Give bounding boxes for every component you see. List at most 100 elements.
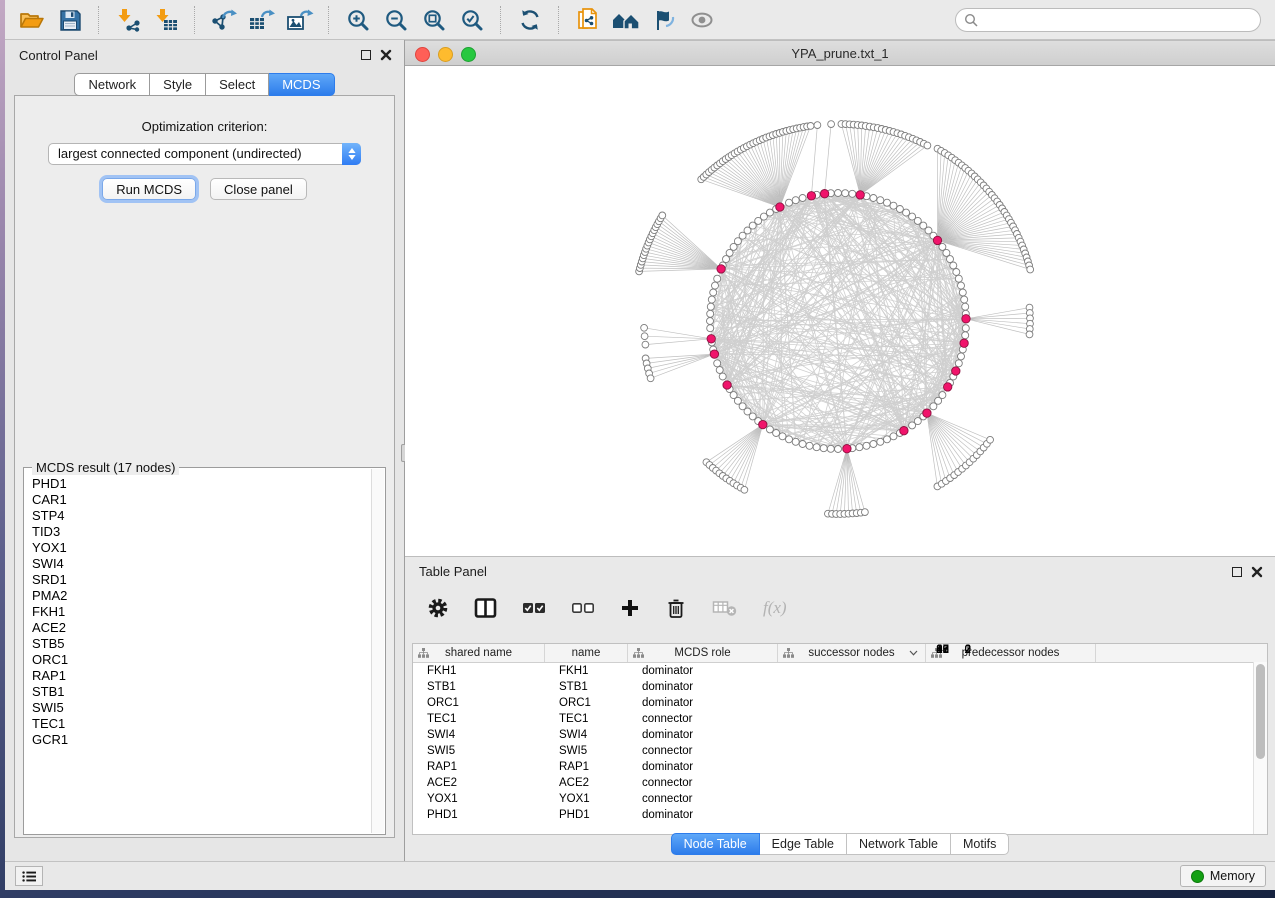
zoom-fit-button[interactable]: [418, 4, 450, 36]
save-session-button[interactable]: [54, 4, 86, 36]
open-file-button[interactable]: [16, 4, 48, 36]
control-panel-title: Control Panel: [19, 48, 98, 63]
export-table-button[interactable]: [246, 4, 278, 36]
search-box: [955, 8, 1261, 32]
zoom-in-button[interactable]: [342, 4, 374, 36]
zoom-out-button[interactable]: [380, 4, 412, 36]
delete-column-button[interactable]: [665, 597, 687, 619]
column-visibility-button[interactable]: [474, 597, 497, 619]
memory-button[interactable]: Memory: [1180, 865, 1266, 887]
window-close-button[interactable]: [415, 47, 430, 62]
mcds-result-groupbox: MCDS result (17 nodes) PHD1CAR1STP4TID3Y…: [23, 467, 386, 835]
table-cell: ACE2: [413, 777, 545, 789]
window-minimize-button[interactable]: [438, 47, 453, 62]
table-toolbar: f(x): [415, 589, 1265, 627]
export-network-button[interactable]: [208, 4, 240, 36]
network-graph[interactable]: [405, 66, 1274, 556]
add-column-button[interactable]: [620, 598, 640, 618]
mcds-result-scrollbar[interactable]: [371, 469, 384, 833]
close-icon: [1251, 566, 1263, 578]
new-network-from-selection-button[interactable]: [572, 4, 604, 36]
tree-sort-icon: [783, 648, 794, 658]
tab-mcds[interactable]: MCDS: [269, 73, 334, 96]
mcds-result-item[interactable]: YOX1: [25, 540, 372, 556]
tab-network[interactable]: Network: [74, 73, 150, 96]
run-mcds-button[interactable]: Run MCDS: [102, 178, 196, 200]
table-row[interactable]: PHD1PHD1dominator180: [413, 807, 1267, 823]
mcds-result-item[interactable]: PHD1: [25, 476, 372, 492]
table-cell: YOX1: [545, 793, 628, 805]
mcds-result-item[interactable]: ORC1: [25, 652, 372, 668]
table-settings-button[interactable]: [427, 597, 449, 619]
close-panel-button-inner[interactable]: Close panel: [210, 178, 307, 200]
delete-table-button[interactable]: [712, 598, 738, 618]
memory-status-icon: [1191, 870, 1204, 883]
mcds-result-item[interactable]: STB5: [25, 636, 372, 652]
mcds-result-item[interactable]: ACE2: [25, 620, 372, 636]
show-graphics-details-button[interactable]: [686, 4, 718, 36]
refresh-icon: [518, 8, 542, 32]
column-header-filler: [1096, 644, 1267, 662]
table-cell: 0: [813, 644, 983, 834]
function-builder-button[interactable]: f(x): [763, 598, 787, 618]
mcds-result-item[interactable]: FKH1: [25, 604, 372, 620]
mcds-result-item[interactable]: SRD1: [25, 572, 372, 588]
gear-icon: [427, 597, 449, 619]
refresh-network-button[interactable]: [514, 4, 546, 36]
table-cell: dominator: [628, 681, 778, 693]
trash-icon: [665, 597, 687, 619]
export-image-button[interactable]: [284, 4, 316, 36]
mcds-result-item[interactable]: PMA2: [25, 588, 372, 604]
import-table-button[interactable]: [150, 4, 182, 36]
float-table-panel-button[interactable]: [1232, 567, 1242, 577]
close-table-panel-button[interactable]: [1251, 566, 1263, 578]
mcds-result-item[interactable]: GCR1: [25, 732, 372, 748]
task-history-button[interactable]: [15, 866, 43, 886]
mcds-result-item[interactable]: SWI4: [25, 556, 372, 572]
mcds-result-item[interactable]: TEC1: [25, 716, 372, 732]
first-neighbors-button[interactable]: [610, 4, 642, 36]
import-network-button[interactable]: [112, 4, 144, 36]
mcds-result-item[interactable]: STB1: [25, 684, 372, 700]
tab-network-table[interactable]: Network Table: [847, 833, 951, 855]
table-cell: STB1: [545, 681, 628, 693]
table-cell: connector: [628, 793, 778, 805]
table-cell: SWI4: [545, 729, 628, 741]
mcds-result-item[interactable]: CAR1: [25, 492, 372, 508]
table-panel-tabs: Node TableEdge TableNetwork TableMotifs: [405, 833, 1275, 855]
tab-node-table[interactable]: Node Table: [671, 833, 760, 855]
mcds-result-item[interactable]: SWI5: [25, 700, 372, 716]
optimization-criterion-select[interactable]: largest connected component (undirected): [48, 143, 361, 165]
tab-edge-table[interactable]: Edge Table: [760, 833, 847, 855]
mcds-result-item[interactable]: RAP1: [25, 668, 372, 684]
zoom-selected-button[interactable]: [456, 4, 488, 36]
export-network-icon: [210, 8, 238, 32]
optimization-criterion-label: Optimization criterion:: [15, 119, 394, 134]
table-cell: SWI4: [413, 729, 545, 741]
table-panel-title: Table Panel: [419, 564, 487, 579]
mcds-result-item[interactable]: STP4: [25, 508, 372, 524]
hide-graphics-details-button[interactable]: [648, 4, 680, 36]
float-panel-button[interactable]: [361, 50, 371, 60]
tab-style[interactable]: Style: [150, 73, 206, 96]
close-icon: [380, 49, 392, 61]
column-header-name[interactable]: name: [545, 644, 628, 662]
export-table-icon: [248, 8, 276, 32]
window-zoom-button[interactable]: [461, 47, 476, 62]
table-cell: FKH1: [413, 665, 545, 677]
table-cell: RAP1: [413, 761, 545, 773]
deselect-all-rows-button[interactable]: [571, 601, 595, 615]
column-header-MCDS-role[interactable]: MCDS role: [628, 644, 778, 662]
close-panel-button[interactable]: [380, 49, 392, 61]
mcds-result-item[interactable]: TID3: [25, 524, 372, 540]
tab-motifs[interactable]: Motifs: [951, 833, 1009, 855]
fx-icon: f(x): [763, 598, 787, 618]
table-cell: STB1: [413, 681, 545, 693]
details-flag-icon: [651, 8, 677, 32]
select-all-rows-button[interactable]: [522, 601, 546, 615]
table-scrollbar[interactable]: [1253, 662, 1267, 834]
table-scrollbar-thumb[interactable]: [1256, 664, 1265, 759]
tab-select[interactable]: Select: [206, 73, 269, 96]
search-input[interactable]: [983, 12, 1252, 28]
column-header-shared-name[interactable]: shared name: [413, 644, 545, 662]
